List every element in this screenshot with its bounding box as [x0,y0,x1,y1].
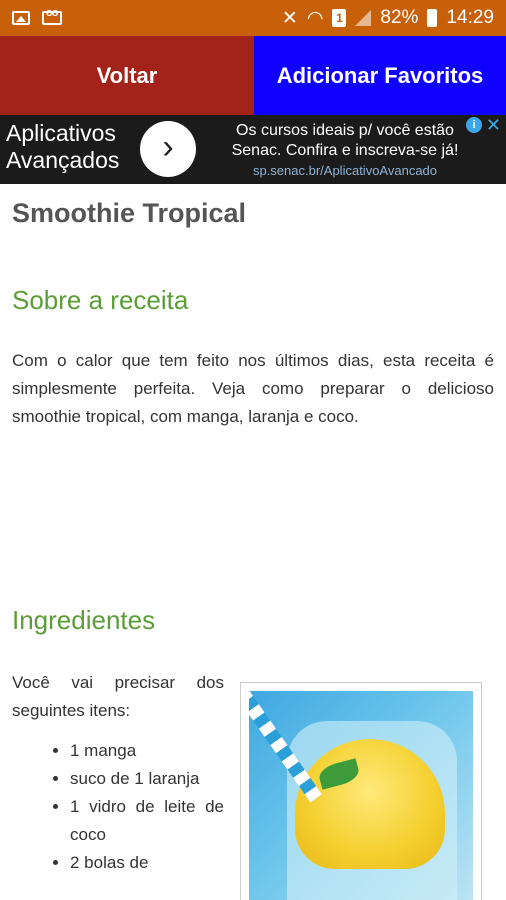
ad-arrow-icon[interactable]: › [140,121,196,177]
smoothie-image [249,691,473,900]
ad-text-line2: Senac. Confira e inscreva-se já! [231,142,459,159]
battery-icon [427,9,438,27]
ad-banner[interactable]: Aplicativos Avançados › Os cursos ideais… [0,115,506,184]
voicemail-icon [42,7,62,25]
status-bar: ✕ ◠ 1 82% 14:29 [0,0,506,36]
ad-title: Aplicativos Avançados [6,120,119,174]
battery-percent: 82% [380,7,419,28]
add-favorites-button[interactable]: Adicionar Favoritos [254,36,506,115]
ad-text-line1: Os cursos ideais p/ você estão [236,122,454,139]
ad-url[interactable]: sp.senac.br/AplicativoAvancado [210,163,480,178]
back-button[interactable]: Voltar [0,36,254,115]
list-item: suco de 1 laranja [70,765,224,793]
about-text: Com o calor que tem feito nos últimos di… [12,351,494,426]
ad-title-line2: Avançados [6,147,120,173]
recipe-content: Smoothie Tropical Sobre a receita Com o … [0,184,506,900]
list-item: 1 vidro de leite de coco [70,793,224,849]
ad-close-icon[interactable]: ✕ [486,115,501,136]
clock: 14:29 [446,7,494,28]
smoothie-photo [240,682,482,900]
action-bar: Voltar Adicionar Favoritos [0,36,506,115]
signal-icon [355,10,372,26]
about-heading: Sobre a receita [12,285,189,315]
ad-info-icon[interactable]: i [466,117,482,133]
ingredients-heading: Ingredientes [12,605,156,635]
recipe-title: Smoothie Tropical [12,198,247,228]
gallery-notification-icon [12,11,30,25]
list-item: 1 manga [70,737,224,765]
list-item: 2 bolas de [70,849,224,877]
ingredients-list: 1 manga suco de 1 laranja 1 vidro de lei… [70,737,224,877]
ad-title-line1: Aplicativos [6,120,116,146]
ingredients-intro: Você vai precisar dos seguintes itens: [12,673,224,720]
sim-indicator: 1 [332,9,347,27]
ad-text: Os cursos ideais p/ você estão Senac. Co… [210,121,480,161]
wifi-icon: ◠ [306,7,324,29]
mute-icon: ✕ [281,7,298,29]
